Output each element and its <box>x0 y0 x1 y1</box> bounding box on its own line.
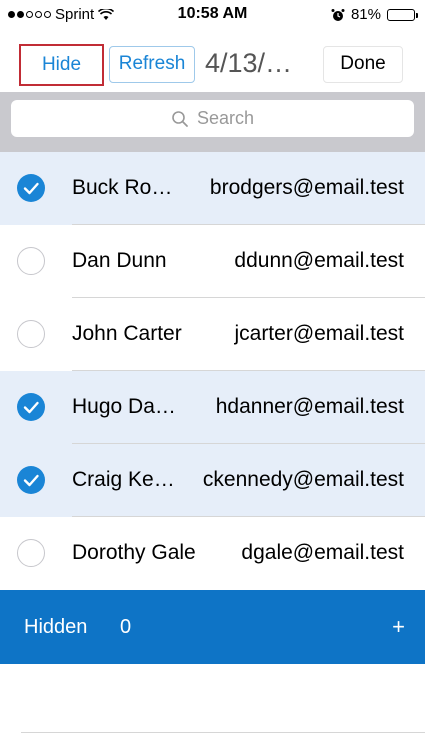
contact-name: Dan Dunn <box>72 249 167 272</box>
contact-email: ckennedy@email.test <box>202 468 404 491</box>
contact-name: John Carter <box>72 322 182 345</box>
toolbar: Hide Refresh 4/13/… Done <box>0 30 425 92</box>
contact-email: dgale@email.test <box>241 541 404 564</box>
contact-name: Buck Ro… <box>72 176 173 199</box>
empty-circle-icon[interactable] <box>17 320 45 348</box>
contact-name: Craig Ke… <box>72 468 175 491</box>
search-input[interactable]: Search <box>11 100 414 137</box>
divider <box>21 732 425 733</box>
refresh-button[interactable]: Refresh <box>109 46 195 83</box>
empty-circle-icon[interactable] <box>17 247 45 275</box>
search-icon <box>172 110 188 127</box>
hidden-section-bar[interactable]: Hidden 0 + <box>0 590 425 664</box>
hidden-label: Hidden <box>24 616 88 638</box>
date-title: 4/13/… <box>205 48 293 78</box>
contact-email: ddunn@email.test <box>234 249 404 272</box>
list-item[interactable]: Hugo Da… hdanner@email.test <box>0 371 425 444</box>
plus-icon[interactable]: + <box>392 614 405 640</box>
search-area: Search <box>0 92 425 152</box>
checkmark-icon[interactable] <box>17 174 45 202</box>
contact-email: brodgers@email.test <box>209 176 404 199</box>
empty-circle-icon[interactable] <box>17 539 45 567</box>
hidden-count: 0 <box>120 616 132 638</box>
status-bar: Sprint 10:58 AM 81% <box>0 0 425 30</box>
hide-button[interactable]: Hide <box>19 44 104 86</box>
checkmark-icon[interactable] <box>17 393 45 421</box>
list-item[interactable]: Dan Dunn ddunn@email.test <box>0 225 425 298</box>
battery-percent: 81% <box>350 6 381 23</box>
status-right: 81% <box>331 6 418 23</box>
list-item[interactable]: Craig Ke… ckennedy@email.test <box>0 444 425 517</box>
checkmark-icon[interactable] <box>17 466 45 494</box>
battery-icon <box>387 8 418 21</box>
list-item[interactable]: Buck Ro… brodgers@email.test <box>0 152 425 225</box>
contact-name: Hugo Da… <box>72 395 176 418</box>
contact-email: hdanner@email.test <box>215 395 404 418</box>
alarm-icon <box>331 8 345 21</box>
contact-email: jcarter@email.test <box>234 322 404 345</box>
list-item[interactable]: Dorothy Gale dgale@email.test <box>0 517 425 590</box>
contact-name: Dorothy Gale <box>72 541 196 564</box>
done-button[interactable]: Done <box>323 46 403 83</box>
list-item[interactable]: John Carter jcarter@email.test <box>0 298 425 371</box>
search-placeholder: Search <box>196 108 255 128</box>
contact-list: Buck Ro… brodgers@email.test Dan Dunn dd… <box>0 152 425 590</box>
